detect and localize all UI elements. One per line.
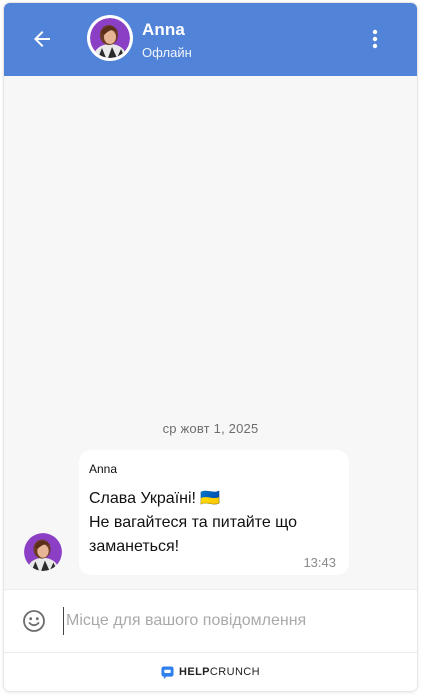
brand-name-help: HELP bbox=[178, 666, 210, 678]
smiley-icon bbox=[23, 610, 45, 632]
message-input[interactable] bbox=[63, 607, 403, 635]
message-text: Слава Україні! 🇺🇦 Не вагайтеся та питайт… bbox=[89, 490, 298, 555]
more-options-button[interactable] bbox=[367, 27, 383, 51]
brand-name-crunch: CRUNCH bbox=[209, 666, 260, 678]
more-vertical-icon bbox=[372, 29, 378, 49]
arrow-left-icon bbox=[34, 31, 50, 47]
message-bubble: Anna Слава Україні! 🇺🇦 Не вагайтеся та п… bbox=[79, 450, 349, 575]
message-author-avatar bbox=[24, 533, 62, 571]
message-time: 13:43 bbox=[303, 555, 336, 570]
agent-avatar bbox=[87, 15, 133, 61]
chat-header: Anna Офлайн bbox=[4, 3, 417, 76]
agent-name: Anna bbox=[142, 20, 185, 39]
back-button[interactable] bbox=[30, 27, 54, 51]
widget-footer: HELPCRUNCH bbox=[4, 652, 417, 691]
helpcrunch-logo-icon bbox=[161, 665, 174, 679]
powered-by-link[interactable]: HELPCRUNCH bbox=[161, 665, 260, 679]
chat-widget: Anna Офлайн ср жовт 1, 2025 Anna Слава У… bbox=[4, 3, 417, 691]
date-separator: ср жовт 1, 2025 bbox=[162, 421, 259, 436]
emoji-button[interactable] bbox=[22, 609, 46, 633]
message-composer bbox=[4, 589, 417, 652]
message-author: Anna bbox=[89, 462, 118, 476]
agent-status: Офлайн bbox=[142, 45, 192, 60]
